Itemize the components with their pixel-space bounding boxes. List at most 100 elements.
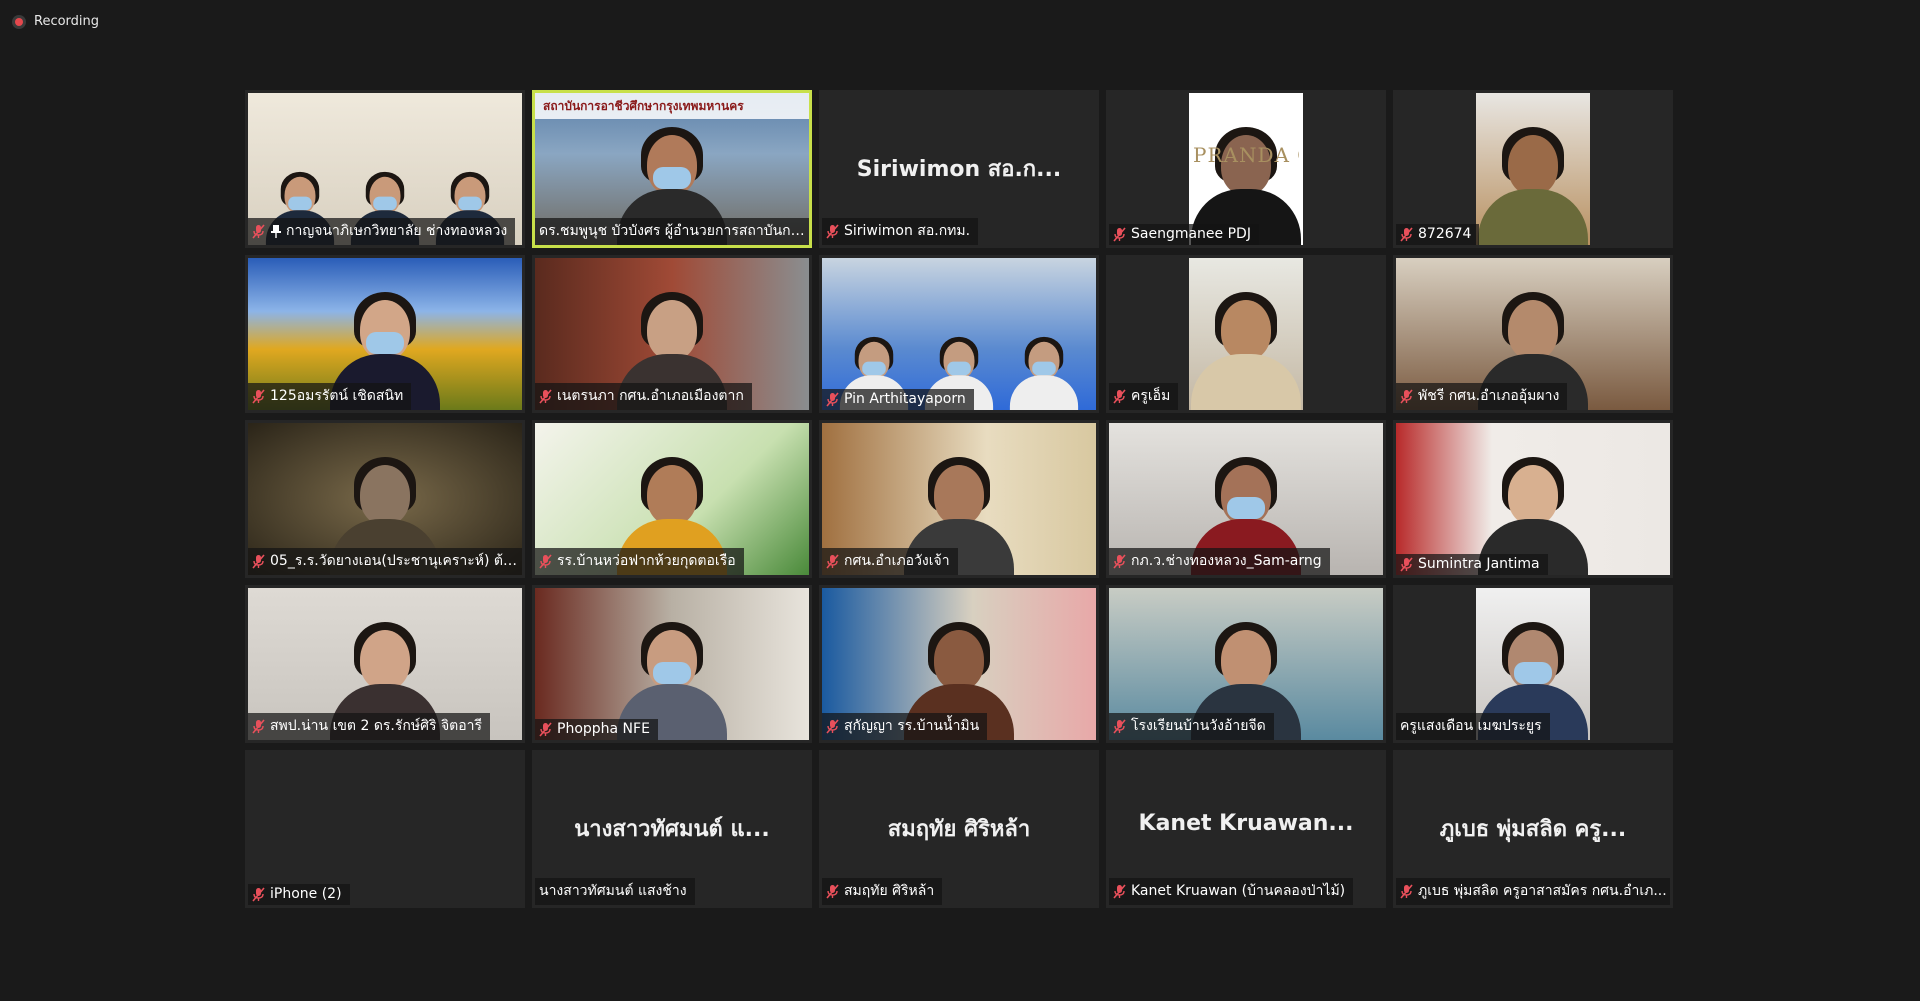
participant-name: iPhone (2) <box>270 886 342 902</box>
participant-tile[interactable]: รร.บ้านหว่อฟากห้วยกุดตอเรือ <box>532 420 812 578</box>
participant-name-label: Phoppha NFE <box>535 719 658 740</box>
participant-name: Phoppha NFE <box>557 721 650 737</box>
participant-name-label: นางสาวทัศมนต์ แสงช้าง <box>535 878 695 905</box>
mic-muted-icon <box>1400 883 1414 899</box>
participant-name-label: Kanet Kruawan (บ้านคลองป่าไม้) <box>1109 878 1354 905</box>
mic-muted-icon <box>1113 388 1127 404</box>
participant-tile[interactable]: Phoppha NFE <box>532 585 812 743</box>
participant-display-name: Siriwimon สอ.ก... <box>856 157 1062 182</box>
participant-name-label: เนตรนภา กศน.อำเภอเมืองตาก <box>535 383 752 410</box>
participant-name-label: สุกัญญา รร.บ้านน้ำมิน <box>822 713 988 740</box>
participant-name: Pin Arthitayaporn <box>844 391 966 407</box>
participant-name-label: พัชรี กศน.อำเภออุ้มผาง <box>1396 383 1568 410</box>
participant-tile[interactable]: iPhone (2) <box>245 750 525 908</box>
mic-muted-icon <box>252 553 266 569</box>
participant-tile[interactable]: Kanet Kruawan... Kanet Kruawan (บ้านคลองป… <box>1106 750 1386 908</box>
participant-tile[interactable]: Sumintra Jantima <box>1393 420 1673 578</box>
participant-name-label: โรงเรียนบ้านวังอ้ายจีด <box>1109 713 1274 740</box>
participant-name: ครูแสงเดือน เมฆประยูร <box>1400 718 1542 734</box>
participant-tile[interactable]: โรงเรียนบ้านวังอ้ายจีด <box>1106 585 1386 743</box>
institution-header: สถาบันการอาชีวศึกษากรุงเทพมหานคร <box>535 93 809 119</box>
participant-name-label: ดร.ชมพูนุช บัวบังศร ผู้อำนวยการสถาบันกา.… <box>535 218 811 245</box>
participant-tile[interactable]: สุกัญญา รร.บ้านน้ำมิน <box>819 585 1099 743</box>
participant-name-label: Siriwimon สอ.กทม. <box>822 218 979 245</box>
participant-tile[interactable]: 05_ร.ร.วัดยางเอน(ประชานุเคราะห์) ต้อม1 <box>245 420 525 578</box>
gallery-grid: กาญจนาภิเษกวิทยาลัย ช่างทองหลวง สถาบันกา… <box>245 90 1673 908</box>
mic-muted-icon <box>539 388 553 404</box>
participant-tile[interactable]: กาญจนาภิเษกวิทยาลัย ช่างทองหลวง <box>245 90 525 248</box>
participant-display-name: นางสาวทัศมนต์ แ... <box>574 817 770 842</box>
participant-name: Sumintra Jantima <box>1418 556 1540 572</box>
participant-name: ภูเบธ พุ่มสลิด ครูอาสาสมัคร กศน.อำเภ... <box>1418 883 1667 899</box>
participant-name: เนตรนภา กศน.อำเภอเมืองตาก <box>557 388 744 404</box>
video-feed <box>248 753 522 905</box>
participant-figure <box>1191 290 1301 410</box>
participant-tile[interactable]: เนตรนภา กศน.อำเภอเมืองตาก <box>532 255 812 413</box>
mic-muted-icon <box>1113 718 1127 734</box>
participant-name-label: ครูแสงเดือน เมฆประยูร <box>1396 713 1550 740</box>
mic-muted-icon <box>252 223 266 239</box>
mic-muted-icon <box>539 553 553 569</box>
mic-muted-icon <box>826 883 840 899</box>
recording-indicator[interactable]: Recording <box>12 14 99 29</box>
participant-name-label: 125อมรรัตน์ เชิดสนิท <box>248 383 412 410</box>
participant-name-label: กภ.ว.ช่างทองหลวง_Sam-arng <box>1109 548 1330 575</box>
participant-tile[interactable]: พัชรี กศน.อำเภออุ้มผาง <box>1393 255 1673 413</box>
mic-muted-icon <box>826 718 840 734</box>
participant-name: Kanet Kruawan (บ้านคลองป่าไม้) <box>1131 883 1346 899</box>
record-icon <box>12 14 26 29</box>
participant-name: กาญจนาภิเษกวิทยาลัย ช่างทองหลวง <box>286 223 508 239</box>
participant-name: สพป.น่าน เขต 2 ดร.รักษ์ศิริ จิตอารี <box>270 718 483 734</box>
participant-tile[interactable]: กศน.อำเภอวังเจ้า <box>819 420 1099 578</box>
participant-name-label: iPhone (2) <box>248 884 350 905</box>
participant-name-label: Sumintra Jantima <box>1396 554 1548 575</box>
video-feed: PRANDA GROUP <box>1189 93 1303 245</box>
mic-muted-icon <box>826 223 840 239</box>
participant-name: กศน.อำเภอวังเจ้า <box>844 553 950 569</box>
participant-tile[interactable]: กภ.ว.ช่างทองหลวง_Sam-arng <box>1106 420 1386 578</box>
participant-figure <box>1478 125 1588 245</box>
mic-muted-icon <box>539 721 553 737</box>
mic-muted-icon <box>252 718 266 734</box>
video-feed <box>822 258 1096 410</box>
participant-name: Saengmanee PDJ <box>1131 226 1251 242</box>
participant-tile[interactable]: ครูเอ็ม <box>1106 255 1386 413</box>
participant-tile[interactable]: 125อมรรัตน์ เชิดสนิท <box>245 255 525 413</box>
mic-muted-icon <box>1400 226 1414 242</box>
participant-tile[interactable]: PRANDA GROUP Saengmanee PDJ <box>1106 90 1386 248</box>
participant-tile[interactable]: 872674 <box>1393 90 1673 248</box>
participant-display-name: ภูเบธ พุ่มสลิด ครู... <box>1439 817 1627 842</box>
participant-name: ครูเอ็ม <box>1131 388 1171 404</box>
recording-label: Recording <box>34 14 100 29</box>
participant-tile[interactable]: ครูแสงเดือน เมฆประยูร <box>1393 585 1673 743</box>
participant-tile[interactable]: สถาบันการอาชีวศึกษากรุงเทพมหานครดร.ชมพูน… <box>532 90 812 248</box>
brand-logo: PRANDA GROUP <box>1193 143 1299 167</box>
participant-name: นางสาวทัศมนต์ แสงช้าง <box>539 883 687 899</box>
mic-muted-icon <box>826 553 840 569</box>
participant-tile[interactable]: สมฤทัย ศิริหล้า สมฤทัย ศิริหล้า <box>819 750 1099 908</box>
participant-tile[interactable]: ภูเบธ พุ่มสลิด ครู... ภูเบธ พุ่มสลิด ครูอ… <box>1393 750 1673 908</box>
participant-name: Siriwimon สอ.กทม. <box>844 223 971 239</box>
participant-name: รร.บ้านหว่อฟากห้วยกุดตอเรือ <box>557 553 736 569</box>
video-feed <box>535 588 809 740</box>
mic-muted-icon <box>1113 226 1127 242</box>
participant-name: สมฤทัย ศิริหล้า <box>844 883 935 899</box>
participant-display-name: Kanet Kruawan... <box>1138 811 1354 836</box>
participant-name: กภ.ว.ช่างทองหลวง_Sam-arng <box>1131 553 1322 569</box>
participant-tile[interactable]: นางสาวทัศมนต์ แ... นางสาวทัศมนต์ แสงช้าง <box>532 750 812 908</box>
participant-name-label: กาญจนาภิเษกวิทยาลัย ช่างทองหลวง <box>248 218 516 245</box>
participant-tile[interactable]: Siriwimon สอ.ก... Siriwimon สอ.กทม. <box>819 90 1099 248</box>
participant-tile[interactable]: สพป.น่าน เขต 2 ดร.รักษ์ศิริ จิตอารี <box>245 585 525 743</box>
participant-name: 125อมรรัตน์ เชิดสนิท <box>270 388 404 404</box>
participant-name-label: สพป.น่าน เขต 2 ดร.รักษ์ศิริ จิตอารี <box>248 713 491 740</box>
participant-name-label: Saengmanee PDJ <box>1109 224 1259 245</box>
participant-tile[interactable]: Pin Arthitayaporn <box>819 255 1099 413</box>
participant-name-label: กศน.อำเภอวังเจ้า <box>822 548 958 575</box>
pin-icon <box>270 224 282 238</box>
participant-name: ดร.ชมพูนุช บัวบังศร ผู้อำนวยการสถาบันกา.… <box>539 223 811 239</box>
mic-muted-icon <box>1400 556 1414 572</box>
participant-name-label: 05_ร.ร.วัดยางเอน(ประชานุเคราะห์) ต้อม1 <box>248 548 522 575</box>
video-feed <box>1476 93 1590 245</box>
participant-name: สุกัญญา รร.บ้านน้ำมิน <box>844 718 980 734</box>
participant-figure <box>1009 336 1079 410</box>
